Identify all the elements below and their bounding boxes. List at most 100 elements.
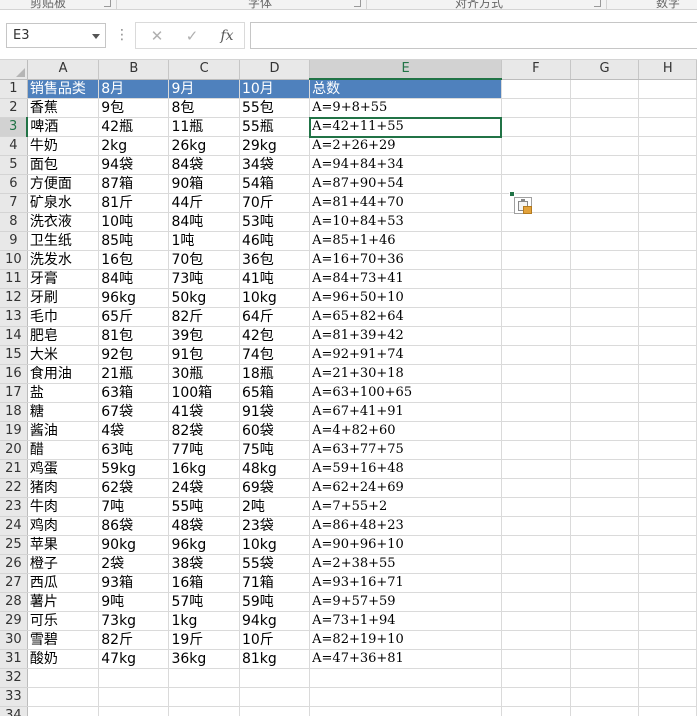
select-all-button[interactable] xyxy=(0,60,28,80)
cell-d14[interactable]: 42包 xyxy=(239,326,311,346)
cell-h21[interactable] xyxy=(638,459,697,479)
row-header[interactable]: 14 xyxy=(0,326,28,346)
cell-d24[interactable]: 23袋 xyxy=(239,516,311,536)
cell-b12[interactable]: 96kg xyxy=(98,288,170,308)
cell-a20[interactable]: 醋 xyxy=(27,440,100,460)
cell-g5[interactable] xyxy=(570,155,640,175)
column-header-h[interactable]: H xyxy=(638,60,697,80)
cell-c28[interactable]: 57吨 xyxy=(168,592,240,612)
cell-g26[interactable] xyxy=(570,554,640,574)
cell-b20[interactable]: 63吨 xyxy=(98,440,170,460)
chevron-down-icon[interactable] xyxy=(92,34,100,39)
cell-f27[interactable] xyxy=(501,573,571,593)
cell-b29[interactable]: 73kg xyxy=(98,611,170,631)
cell-f20[interactable] xyxy=(501,440,571,460)
cell-f16[interactable] xyxy=(501,364,571,384)
cell-e26[interactable]: A=2+38+55 xyxy=(309,554,502,574)
cell-c24[interactable]: 48袋 xyxy=(168,516,240,536)
cell-f3[interactable] xyxy=(501,117,571,137)
cell-e4[interactable]: A=2+26+29 xyxy=(309,136,502,156)
cell-f34[interactable] xyxy=(501,706,571,716)
cell-f33[interactable] xyxy=(501,687,571,707)
row-header[interactable]: 10 xyxy=(0,250,28,270)
cell-c22[interactable]: 24袋 xyxy=(168,478,240,498)
cell-e6[interactable]: A=87+90+54 xyxy=(309,174,502,194)
cell-f19[interactable] xyxy=(501,421,571,441)
alignment-launcher-icon[interactable] xyxy=(594,0,601,7)
cell-a17[interactable]: 盐 xyxy=(27,383,100,403)
cell-h28[interactable] xyxy=(638,592,697,612)
row-header[interactable]: 30 xyxy=(0,630,28,650)
cell-f32[interactable] xyxy=(501,668,571,688)
cell-a19[interactable]: 酱油 xyxy=(27,421,100,441)
cell-g9[interactable] xyxy=(570,231,640,251)
cell-b18[interactable]: 67袋 xyxy=(98,402,170,422)
cell-g12[interactable] xyxy=(570,288,640,308)
cell-a14[interactable]: 肥皂 xyxy=(27,326,100,346)
cell-b22[interactable]: 62袋 xyxy=(98,478,170,498)
cell-c25[interactable]: 96kg xyxy=(168,535,240,555)
cell-e32[interactable] xyxy=(309,668,502,688)
cell-b2[interactable]: 9包 xyxy=(98,98,170,118)
cell-g20[interactable] xyxy=(570,440,640,460)
cell-a10[interactable]: 洗发水 xyxy=(27,250,100,270)
cell-e19[interactable]: A=4+82+60 xyxy=(309,421,502,441)
cell-e17[interactable]: A=63+100+65 xyxy=(309,383,502,403)
cell-e8[interactable]: A=10+84+53 xyxy=(309,212,502,232)
paste-options-icon[interactable] xyxy=(514,197,532,214)
cell-h29[interactable] xyxy=(638,611,697,631)
cell-c1[interactable]: 9月 xyxy=(168,79,240,99)
cell-f25[interactable] xyxy=(501,535,571,555)
row-header[interactable]: 19 xyxy=(0,421,28,441)
cell-c10[interactable]: 70包 xyxy=(168,250,240,270)
cell-h4[interactable] xyxy=(638,136,697,156)
cell-f17[interactable] xyxy=(501,383,571,403)
cell-d25[interactable]: 10kg xyxy=(239,535,311,555)
cell-c20[interactable]: 77吨 xyxy=(168,440,240,460)
cell-f8[interactable] xyxy=(501,212,571,232)
cell-h17[interactable] xyxy=(638,383,697,403)
cell-h32[interactable] xyxy=(638,668,697,688)
cell-f9[interactable] xyxy=(501,231,571,251)
cell-e15[interactable]: A=92+91+74 xyxy=(309,345,502,365)
cell-c13[interactable]: 82斤 xyxy=(168,307,240,327)
row-header[interactable]: 3 xyxy=(0,117,29,137)
cell-d26[interactable]: 55袋 xyxy=(239,554,311,574)
cell-g17[interactable] xyxy=(570,383,640,403)
cell-d13[interactable]: 64斤 xyxy=(239,307,311,327)
cell-b28[interactable]: 9吨 xyxy=(98,592,170,612)
cell-c6[interactable]: 90箱 xyxy=(168,174,240,194)
row-header[interactable]: 25 xyxy=(0,535,28,555)
cell-a9[interactable]: 卫生纸 xyxy=(27,231,100,251)
cell-d32[interactable] xyxy=(239,668,311,688)
row-header[interactable]: 18 xyxy=(0,402,28,422)
cell-a29[interactable]: 可乐 xyxy=(27,611,100,631)
cell-f1[interactable] xyxy=(501,79,571,99)
cell-h13[interactable] xyxy=(638,307,697,327)
cell-h15[interactable] xyxy=(638,345,697,365)
cell-c23[interactable]: 55吨 xyxy=(168,497,240,517)
cell-c14[interactable]: 39包 xyxy=(168,326,240,346)
cell-c12[interactable]: 50kg xyxy=(168,288,240,308)
cell-a5[interactable]: 面包 xyxy=(27,155,100,175)
cell-d1[interactable]: 10月 xyxy=(239,79,311,99)
cell-g18[interactable] xyxy=(570,402,640,422)
cell-e1[interactable]: 总数 xyxy=(309,79,502,99)
cell-f11[interactable] xyxy=(501,269,571,289)
cell-a27[interactable]: 西瓜 xyxy=(27,573,100,593)
cell-g24[interactable] xyxy=(570,516,640,536)
cell-c29[interactable]: 1kg xyxy=(168,611,240,631)
cell-h14[interactable] xyxy=(638,326,697,346)
row-header[interactable]: 27 xyxy=(0,573,28,593)
cell-g15[interactable] xyxy=(570,345,640,365)
cell-a21[interactable]: 鸡蛋 xyxy=(27,459,100,479)
cell-g8[interactable] xyxy=(570,212,640,232)
cell-g1[interactable] xyxy=(570,79,640,99)
cell-f21[interactable] xyxy=(501,459,571,479)
row-header[interactable]: 12 xyxy=(0,288,28,308)
row-header[interactable]: 11 xyxy=(0,269,28,289)
cell-f26[interactable] xyxy=(501,554,571,574)
cell-h19[interactable] xyxy=(638,421,697,441)
cell-b33[interactable] xyxy=(98,687,170,707)
cell-d12[interactable]: 10kg xyxy=(239,288,311,308)
